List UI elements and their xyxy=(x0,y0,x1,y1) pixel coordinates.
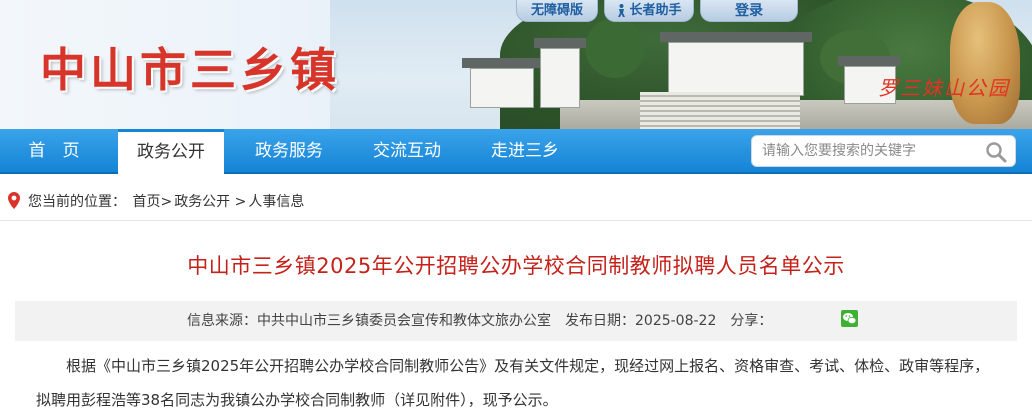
banner-caption: 罗三妹山公园 xyxy=(878,76,1010,100)
breadcrumb: 您当前的位置： 首页> 政务公开 > 人事信息 xyxy=(28,192,304,212)
banner-building xyxy=(540,48,580,108)
nav-item-home[interactable]: 首 页 xyxy=(0,129,108,174)
breadcrumb-link-home[interactable]: 首页 xyxy=(132,194,160,210)
banner-building xyxy=(668,42,804,96)
wechat-icon[interactable] xyxy=(841,310,858,327)
search-icon[interactable] xyxy=(985,141,1007,163)
breadcrumb-prefix: 您当前的位置： xyxy=(28,194,126,210)
elder-helper-icon xyxy=(618,4,626,17)
share-label: 分享： xyxy=(730,313,773,329)
search-box xyxy=(751,135,1016,167)
login-button[interactable]: 登录 xyxy=(700,0,798,22)
nav-item-gov-affairs[interactable]: 政务公开 xyxy=(118,129,224,174)
date-value: 2025-08-22 xyxy=(635,313,717,329)
date-label: 发布日期： xyxy=(565,313,635,329)
breadcrumb-link-gov-affairs[interactable]: 政务公开 xyxy=(174,194,230,210)
banner-rock xyxy=(950,2,1020,124)
elder-helper-label: 长者助手 xyxy=(629,2,682,18)
banner-tree xyxy=(585,18,645,78)
search-input[interactable] xyxy=(762,136,982,166)
accessible-version-button[interactable]: 无障碍版 xyxy=(516,0,598,22)
breadcrumb-separator: > xyxy=(234,194,247,210)
nav-item-interaction[interactable]: 交流互动 xyxy=(354,129,460,174)
breadcrumb-separator: > xyxy=(160,194,173,210)
breadcrumb-link-personnel[interactable]: 人事信息 xyxy=(248,194,304,210)
location-pin-icon xyxy=(8,192,20,209)
article-body: 根据《中山市三乡镇2025年公开招聘公办学校合同制教师公告》及有关文件规定，现经… xyxy=(36,357,990,409)
main-nav: 首 页 政务公开 政务服务 交流互动 走进三乡 xyxy=(0,129,1032,174)
banner-roof xyxy=(462,58,542,68)
site-title: 中山市三乡镇 xyxy=(40,43,340,97)
top-utility-links: 无障碍版 长者助手 登录 xyxy=(516,0,798,24)
article-title: 中山市三乡镇2025年公开招聘公办学校合同制教师拟聘人员名单公示 xyxy=(187,254,845,278)
elder-helper-button[interactable]: 长者助手 xyxy=(604,0,694,22)
article-meta: 信息来源：中共中山市三乡镇委员会宣传和教体文旅办公室 发布日期：2025-08-2… xyxy=(187,311,772,331)
nav-item-about-sanxiang[interactable]: 走进三乡 xyxy=(472,129,578,174)
banner-building xyxy=(470,68,534,108)
nav-item-gov-services[interactable]: 政务服务 xyxy=(236,129,342,174)
banner-roof xyxy=(660,32,812,42)
source-value: 中共中山市三乡镇委员会宣传和教体文旅办公室 xyxy=(257,313,551,329)
source-label: 信息来源： xyxy=(187,313,257,329)
banner-roof xyxy=(534,38,586,48)
banner-roof xyxy=(838,56,900,66)
banner-stairs xyxy=(640,92,800,129)
